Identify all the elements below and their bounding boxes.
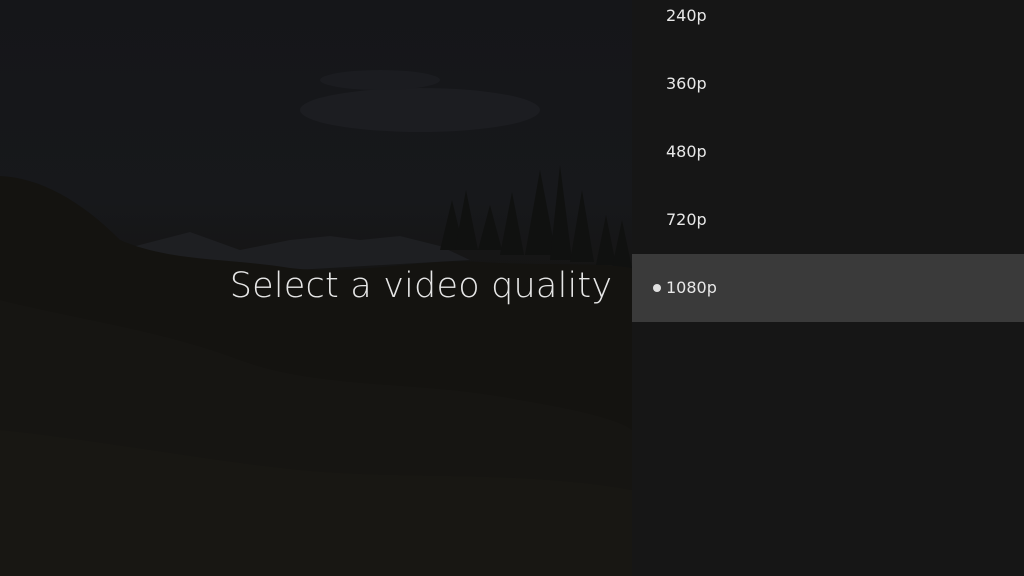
quality-option-480p[interactable]: 480p <box>632 118 1024 186</box>
radio-dot-icon <box>653 284 661 292</box>
quality-option-label: 360p <box>666 74 707 93</box>
quality-option-label: 480p <box>666 142 707 161</box>
quality-option-240p[interactable]: 240p <box>632 0 1024 50</box>
quality-option-label: 240p <box>666 6 707 25</box>
quality-option-label: 1080p <box>666 278 717 297</box>
quality-option-720p[interactable]: 720p <box>632 186 1024 254</box>
video-quality-screen: Select a video quality 240p 360p 480p 72… <box>0 0 1024 576</box>
quality-options-panel: 240p 360p 480p 720p 1080p <box>632 0 1024 576</box>
dialog-title: Select a video quality <box>229 266 613 306</box>
quality-option-label: 720p <box>666 210 707 229</box>
quality-option-1080p[interactable]: 1080p <box>632 254 1024 322</box>
quality-option-360p[interactable]: 360p <box>632 50 1024 118</box>
quality-options-list: 240p 360p 480p 720p 1080p <box>632 0 1024 322</box>
